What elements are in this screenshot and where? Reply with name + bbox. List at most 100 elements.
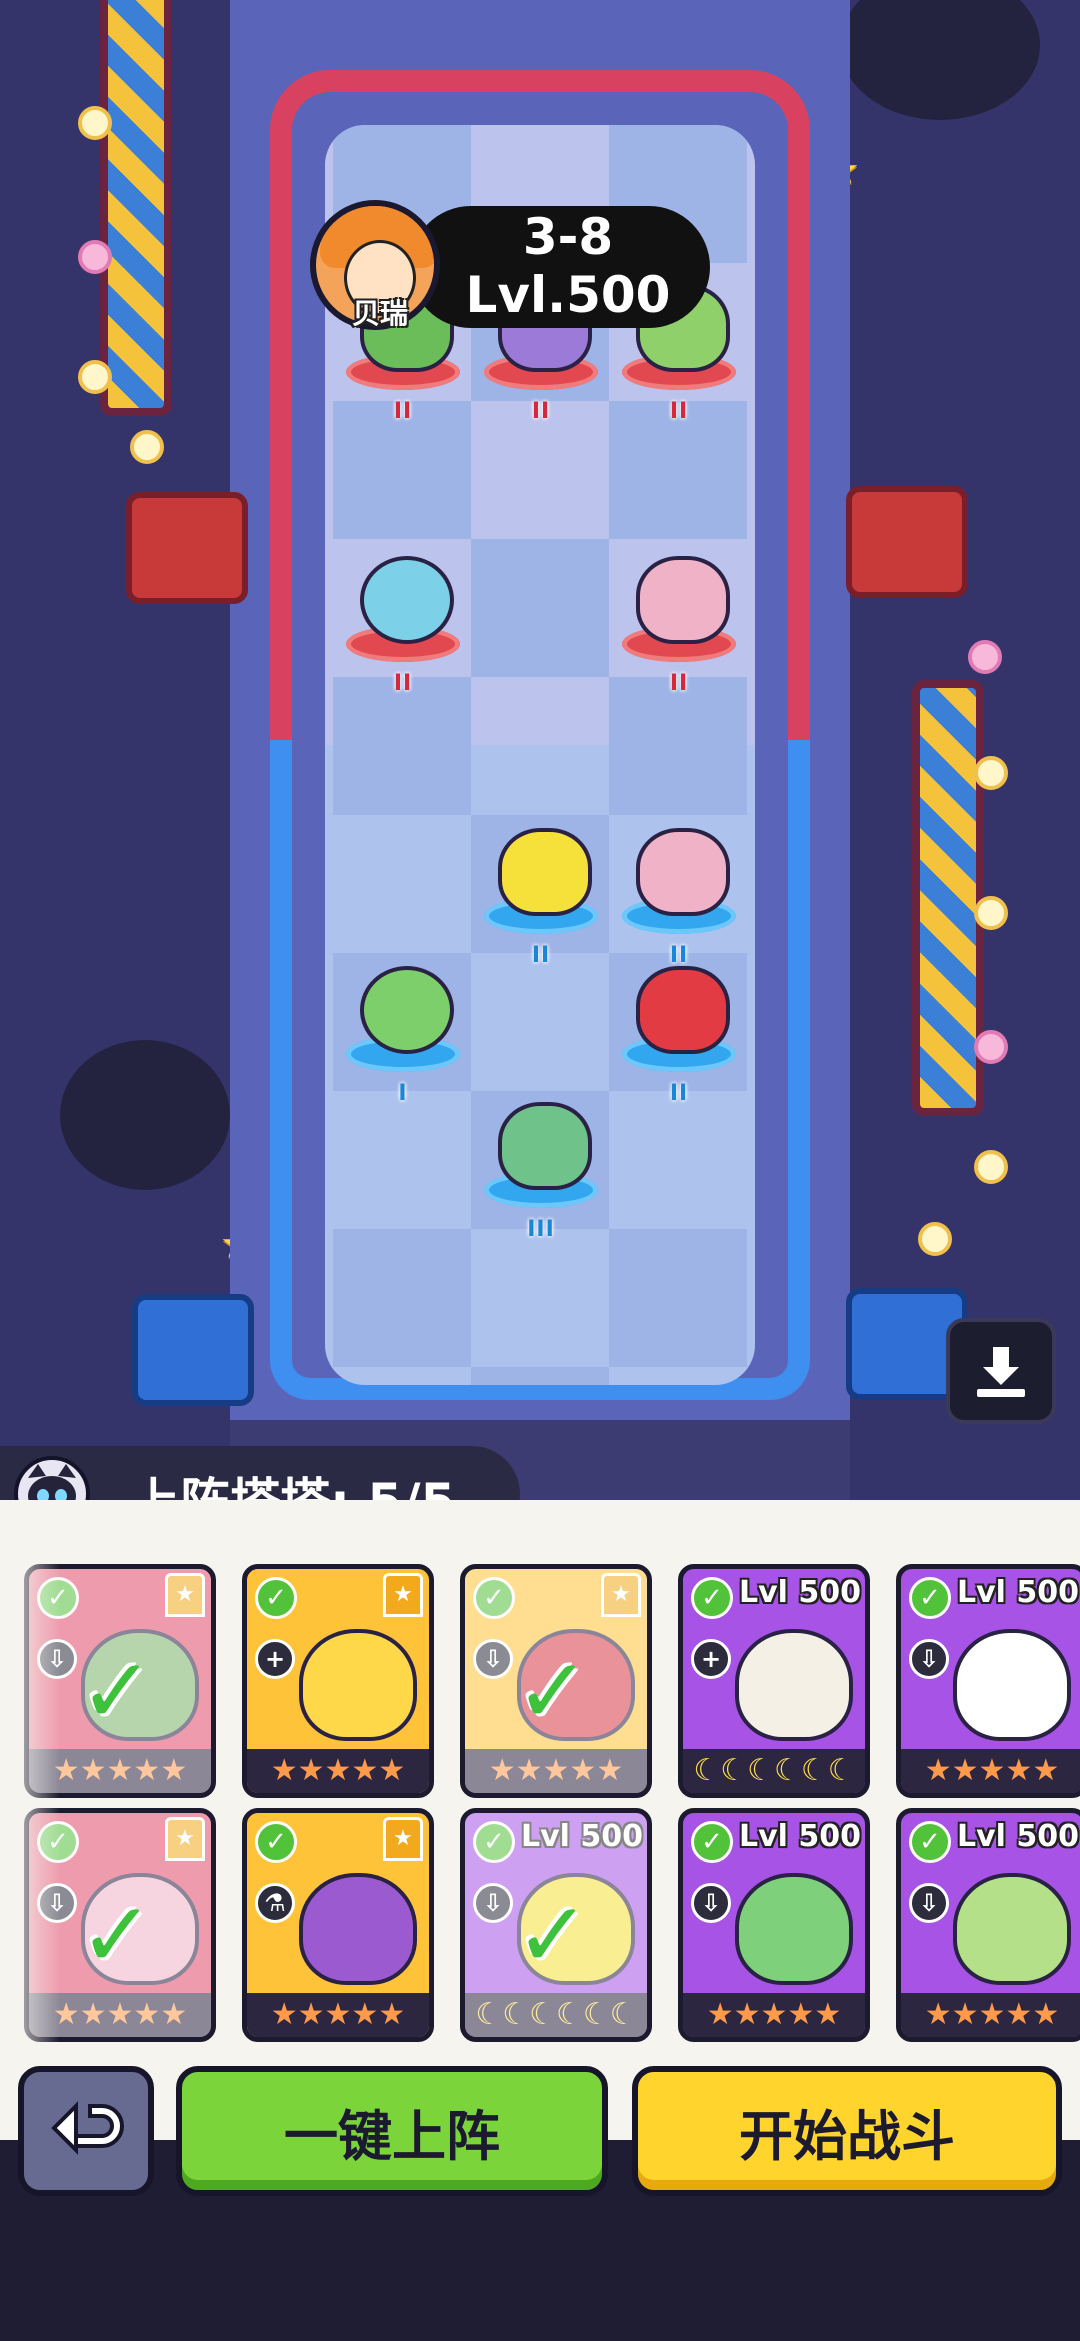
opponent-level: Lvl.500	[465, 266, 671, 324]
card-creature-icon	[735, 1873, 853, 1985]
card-creature-icon	[953, 1629, 1071, 1741]
star-badge-icon: ★	[601, 1573, 641, 1617]
unit-card[interactable]: ✓ Lvl 500 ⇩ ★★★★★	[896, 1808, 1080, 2042]
download-button[interactable]	[946, 1318, 1056, 1424]
fox-player-icon[interactable]: III	[476, 1086, 606, 1242]
unit-card[interactable]: ✓ Lvl 500 + ☾☾☾☾☾☾	[678, 1564, 870, 1798]
unit-body	[636, 966, 730, 1054]
light-bulb	[918, 1222, 952, 1256]
card-rank: ★★★★★	[901, 1993, 1080, 2037]
blue-post	[132, 1294, 254, 1406]
board-cell	[609, 677, 747, 815]
light-bulb	[974, 756, 1008, 790]
role-icon: ⇩	[909, 1639, 949, 1679]
light-bulb	[130, 430, 164, 464]
battle-stage: ★ ★ ★ ★ ★ II II II II II II	[0, 0, 1080, 1500]
unit-tier: II	[531, 943, 551, 968]
banner-right	[912, 680, 984, 1116]
potion-enemy-icon[interactable]: II	[338, 540, 468, 696]
board-cell	[333, 1229, 471, 1367]
role-icon: +	[691, 1639, 731, 1679]
card-creature-icon	[735, 1629, 853, 1741]
star-badge-icon: ★	[383, 1817, 423, 1861]
light-bulb	[968, 640, 1002, 674]
download-icon	[977, 1347, 1025, 1397]
light-bulb	[78, 360, 112, 394]
card-rank: ★★★★★	[247, 1749, 429, 1793]
board-cell	[471, 1367, 609, 1385]
light-bulb	[78, 240, 112, 274]
card-rank: ★★★★★	[247, 1993, 429, 2037]
card-level: Lvl 500	[739, 1575, 862, 1610]
role-icon: ⇩	[909, 1883, 949, 1923]
deployed-check-icon: ✓	[79, 1639, 155, 1744]
unit-card[interactable]: ✓ Lvl 500 ⇩ ★★★★★	[896, 1564, 1080, 1798]
role-icon: ⇩	[473, 1883, 513, 1923]
mantis-player-icon[interactable]: II	[614, 812, 744, 968]
unit-body	[360, 556, 454, 644]
role-icon: ⇩	[691, 1883, 731, 1923]
stage-label: 3-8	[522, 208, 614, 266]
unit-card[interactable]: ✓★⇩★★★★★✓	[460, 1564, 652, 1798]
light-bulb	[78, 106, 112, 140]
light-bulb	[974, 1030, 1008, 1064]
opponent-name: 贝瑞	[351, 297, 408, 330]
deployed-check-icon: ✓	[515, 1639, 591, 1744]
card-level: Lvl 500	[957, 1575, 1080, 1610]
light-bulb	[974, 896, 1008, 930]
owned-check-icon: ✓	[473, 1577, 515, 1619]
unit-tier: I	[398, 1081, 408, 1106]
unit-body	[498, 1102, 592, 1190]
role-icon: +	[255, 1639, 295, 1679]
back-button[interactable]	[18, 2066, 154, 2196]
owned-check-icon: ✓	[473, 1821, 515, 1863]
light-bulb	[974, 1150, 1008, 1184]
unit-tier: II	[669, 671, 689, 696]
owned-check-icon: ✓	[909, 1577, 951, 1619]
star-badge-icon: ★	[383, 1573, 423, 1617]
unit-body	[498, 828, 592, 916]
mantis-enemy-icon[interactable]: II	[614, 540, 744, 696]
unit-tier: II	[393, 399, 413, 424]
start-battle-button[interactable]: 开始战斗	[632, 2066, 1062, 2196]
owned-check-icon: ✓	[691, 1577, 733, 1619]
return-arrow-icon	[51, 2101, 124, 2155]
deployed-check-icon: ✓	[79, 1883, 155, 1988]
auto-deploy-button[interactable]: 一键上阵	[176, 2066, 608, 2196]
opponent-info: 3-8 Lvl.500 贝瑞	[310, 200, 710, 330]
rose-player-icon[interactable]: II	[614, 950, 744, 1106]
card-rank: ☾☾☾☾☾☾	[465, 1993, 647, 2037]
star-badge-icon: ★	[165, 1817, 205, 1861]
red-post	[846, 486, 968, 598]
unit-body	[636, 556, 730, 644]
slime-player-icon[interactable]: I	[338, 950, 468, 1106]
role-icon: ⇩	[473, 1639, 513, 1679]
unit-tier: II	[669, 399, 689, 424]
owned-check-icon: ✓	[909, 1821, 951, 1863]
unit-card[interactable]: ✓ Lvl 500 ⇩ ☾☾☾☾☾☾ ✓	[460, 1808, 652, 2042]
unit-card[interactable]: ✓ Lvl 500 ⇩ ★★★★★	[678, 1808, 870, 2042]
unit-tier: III	[527, 1217, 555, 1242]
card-creature-icon	[299, 1629, 417, 1741]
card-rank: ★★★★★	[465, 1749, 647, 1793]
panel-fade	[0, 1560, 60, 2060]
card-rank: ★★★★★	[683, 1993, 865, 2037]
card-level: Lvl 500	[957, 1819, 1080, 1854]
card-creature-icon	[953, 1873, 1071, 1985]
owned-check-icon: ✓	[255, 1577, 297, 1619]
role-icon: ⚗	[255, 1883, 295, 1923]
chick-duo-icon[interactable]: II	[476, 812, 606, 968]
unit-body	[636, 828, 730, 916]
unit-tier: II	[669, 1081, 689, 1106]
spotlight-left-icon	[60, 1040, 230, 1190]
card-level: Lvl 500	[739, 1819, 862, 1854]
board-cell	[333, 677, 471, 815]
deployed-check-icon: ✓	[515, 1883, 591, 1988]
card-rank: ★★★★★	[901, 1749, 1080, 1793]
board-cell	[471, 539, 609, 677]
board-cell	[609, 1229, 747, 1367]
unit-card[interactable]: ✓ ★ ⚗ ★★★★★	[242, 1808, 434, 2042]
unit-card[interactable]: ✓ ★ + ★★★★★	[242, 1564, 434, 1798]
card-rank: ☾☾☾☾☾☾	[683, 1749, 865, 1793]
banner-left	[100, 0, 172, 416]
